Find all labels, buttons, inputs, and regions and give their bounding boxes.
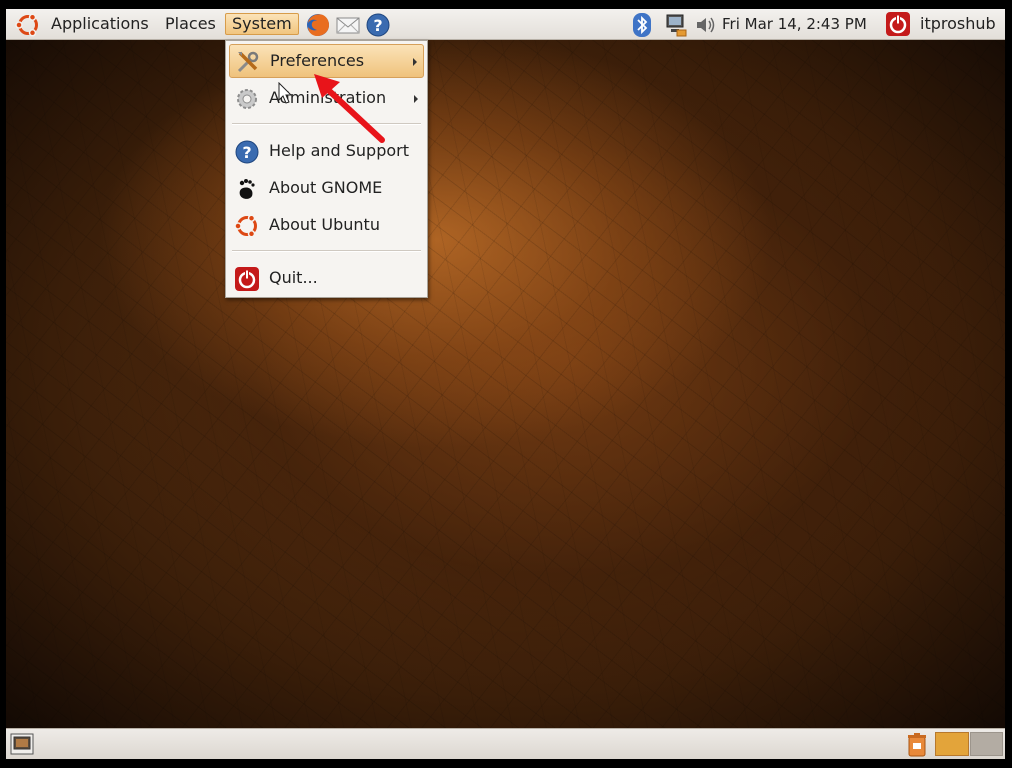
menu-system[interactable]: System — [225, 13, 299, 35]
show-desktop-icon[interactable] — [10, 733, 34, 755]
menu-places[interactable]: Places — [159, 13, 222, 35]
desktop-screen: Applications Places System ? Fri Mar 14,… — [6, 9, 1005, 759]
submenu-arrow-icon — [413, 58, 417, 66]
menu-item-about-ubuntu[interactable]: About Ubuntu — [229, 209, 424, 243]
menu-item-label: Quit... — [269, 268, 318, 287]
menu-item-label: About Ubuntu — [269, 215, 380, 234]
firefox-icon[interactable] — [305, 12, 331, 38]
desktop-wallpaper[interactable] — [6, 40, 1005, 728]
menu-applications[interactable]: Applications — [45, 13, 155, 35]
ubuntu-icon — [234, 214, 257, 238]
bottom-panel — [6, 728, 1005, 759]
bluetooth-icon[interactable] — [631, 12, 653, 38]
ubuntu-logo-icon[interactable] — [15, 12, 41, 38]
menu-item-about-gnome[interactable]: About GNOME — [229, 172, 424, 206]
administration-icon — [237, 89, 257, 109]
help-icon[interactable]: ? — [365, 12, 391, 38]
top-panel: Applications Places System ? Fri Mar 14,… — [6, 9, 1005, 40]
workspace-2[interactable] — [970, 732, 1003, 756]
clock[interactable]: Fri Mar 14, 2:43 PM — [716, 13, 873, 35]
network-icon[interactable] — [663, 12, 689, 38]
menu-item-quit[interactable]: Quit... — [229, 262, 424, 296]
mail-icon[interactable] — [335, 13, 361, 37]
mouse-cursor-icon — [278, 82, 293, 104]
power-icon — [235, 267, 259, 291]
trash-icon[interactable] — [905, 732, 929, 758]
gnome-foot-icon — [239, 179, 255, 199]
power-icon[interactable] — [885, 11, 911, 37]
annotation-arrow — [314, 74, 385, 143]
workspace-1[interactable] — [935, 732, 969, 756]
submenu-arrow-icon — [414, 95, 418, 103]
svg-text:?: ? — [373, 16, 382, 35]
svg-text:?: ? — [242, 143, 251, 162]
menu-separator — [232, 250, 421, 252]
preferences-icon — [237, 51, 259, 73]
help-icon: ? — [235, 140, 259, 164]
menu-item-label: About GNOME — [269, 178, 383, 197]
volume-icon[interactable] — [695, 15, 717, 35]
user-name[interactable]: itproshub — [914, 13, 1002, 35]
